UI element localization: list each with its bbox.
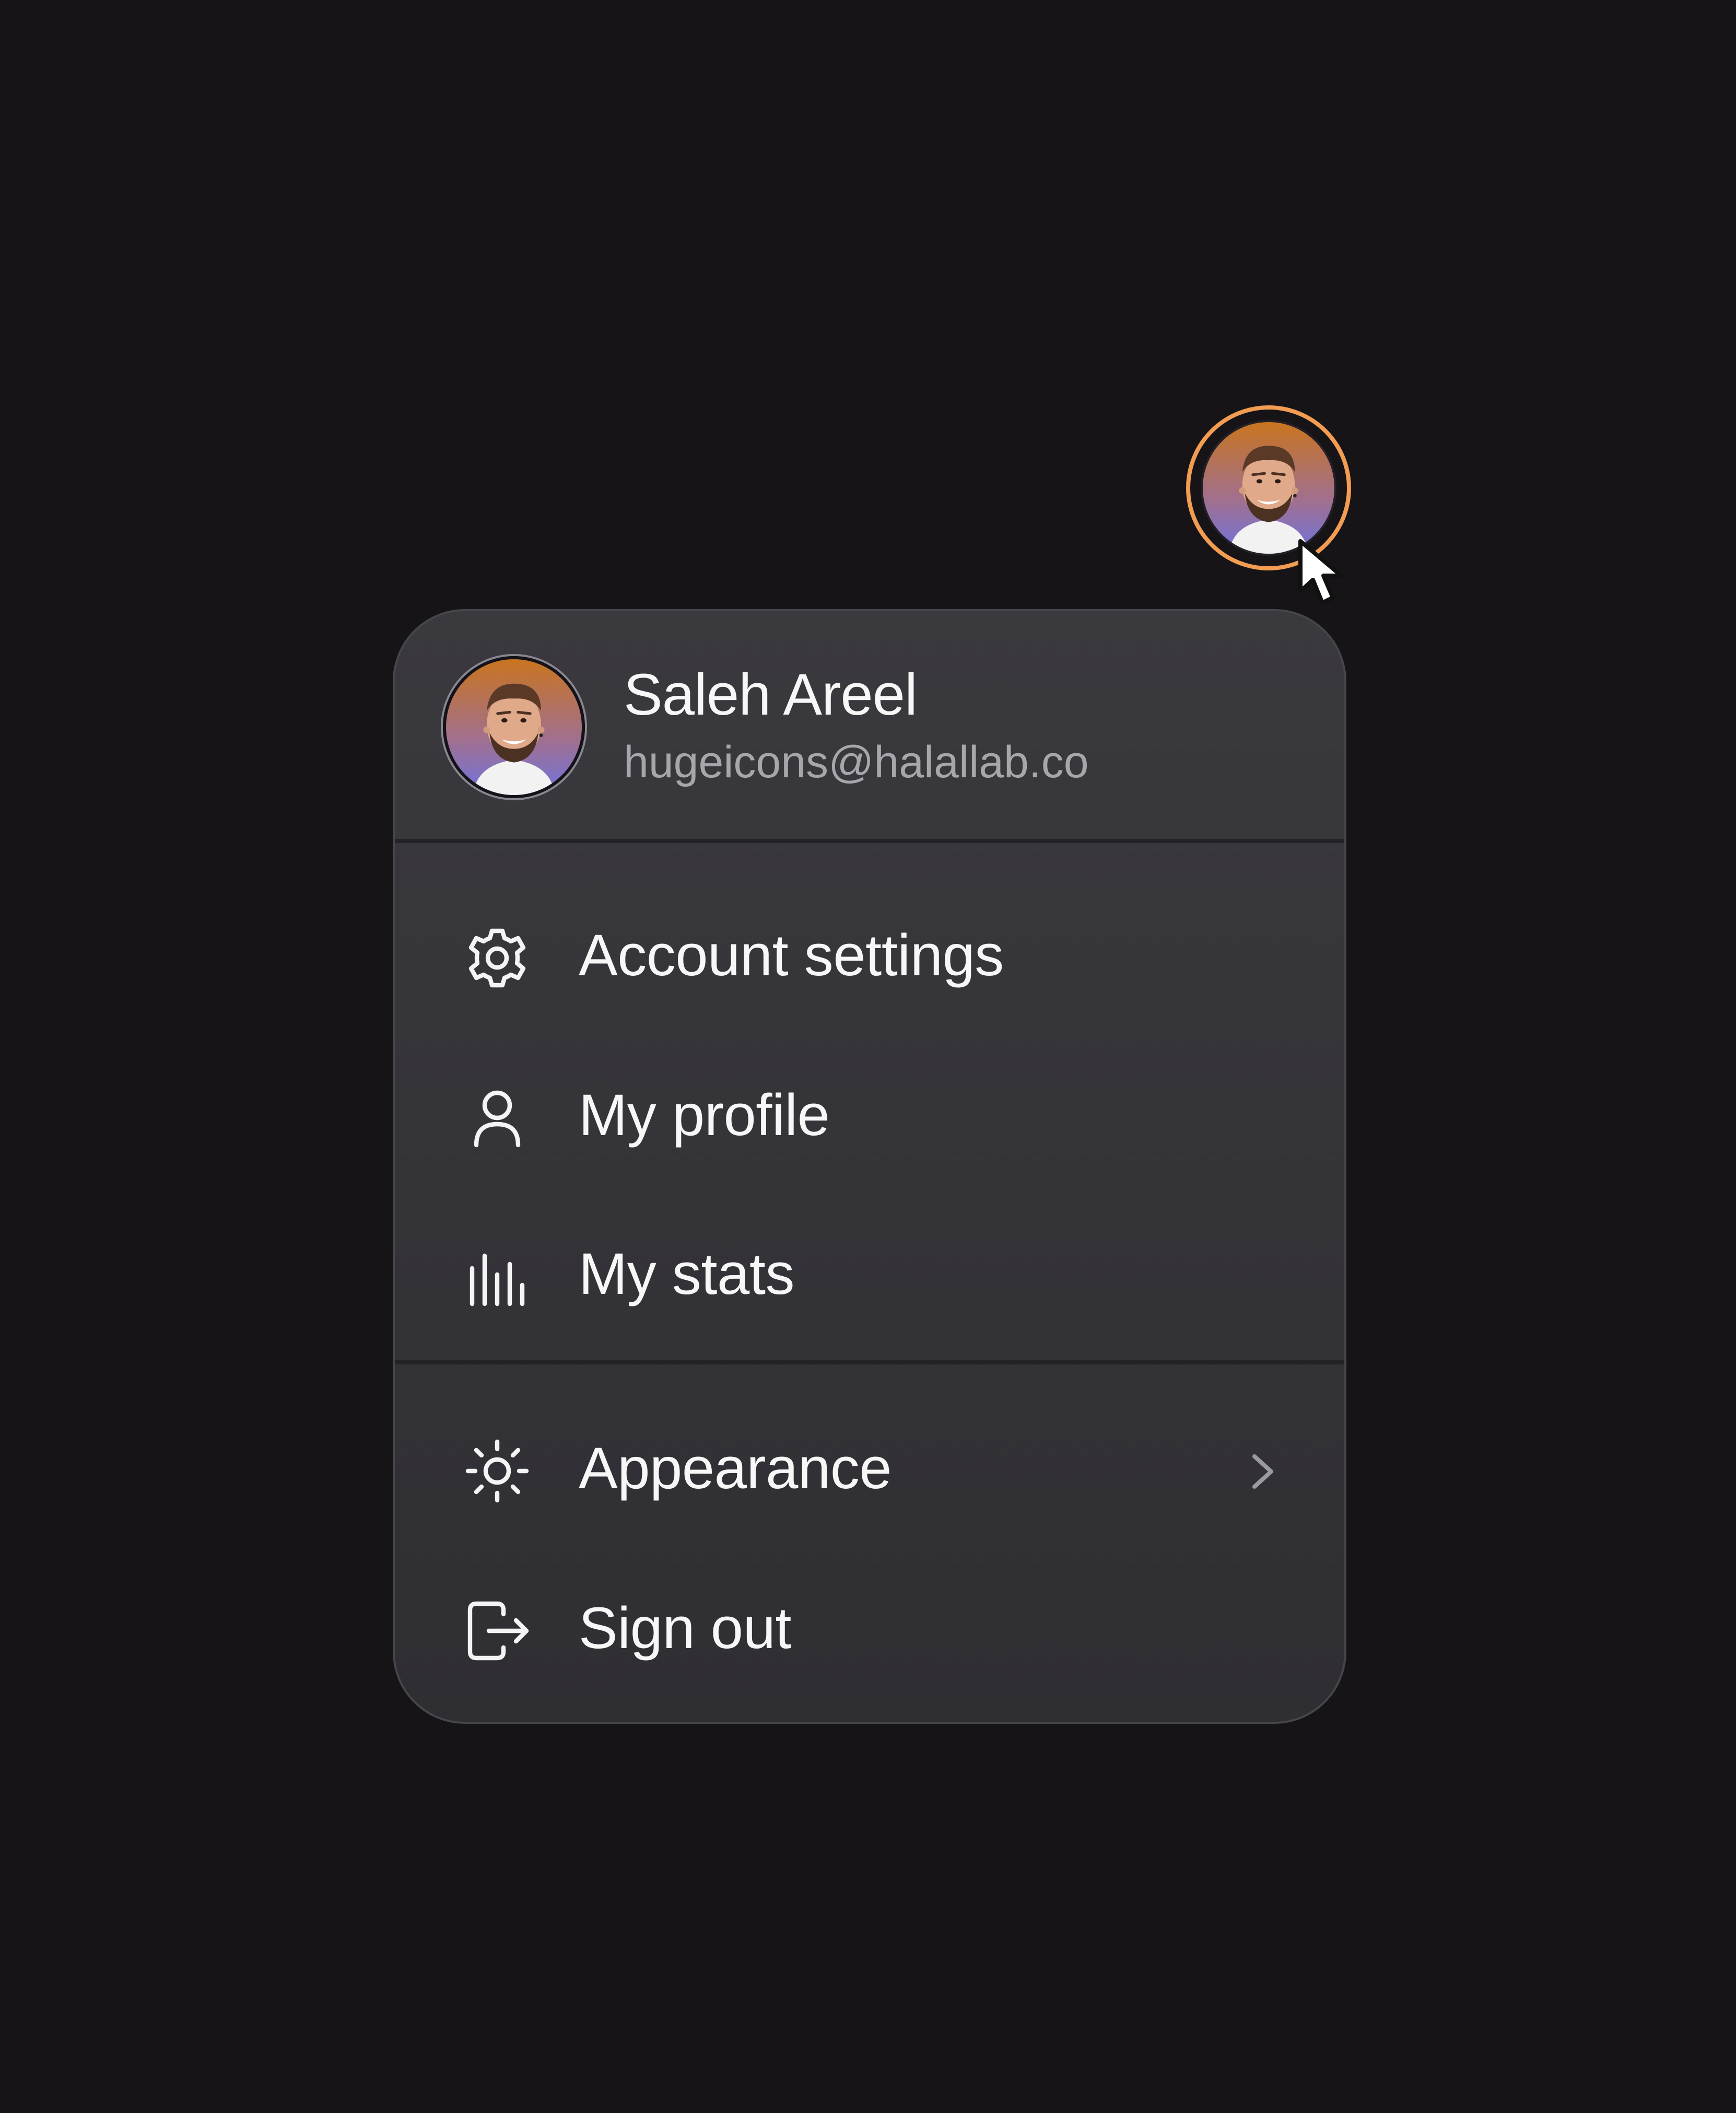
menu-item-label: Appearance [579, 1435, 892, 1501]
account-dropdown-menu: Saleh Areel hugeicons@halallab.co Accoun… [393, 609, 1346, 1724]
user-avatar [443, 656, 585, 798]
logout-icon [464, 1597, 531, 1664]
user-icon [464, 1084, 531, 1151]
menu-divider [395, 839, 1344, 843]
page-canvas: Saleh Areel hugeicons@halallab.co Accoun… [0, 0, 1736, 2113]
menu-item-my-profile[interactable]: My profile [395, 1038, 1344, 1195]
menu-item-label: Sign out [579, 1595, 791, 1661]
sun-icon [464, 1438, 531, 1504]
menu-item-label: Account settings [579, 923, 1004, 988]
menu-item-label: My profile [579, 1082, 830, 1148]
menu-item-label: My stats [579, 1241, 794, 1306]
avatar-photo [446, 659, 582, 795]
menu-item-sign-out[interactable]: Sign out [395, 1551, 1344, 1708]
stats-bars-icon [464, 1243, 531, 1310]
avatar [1201, 420, 1336, 556]
menu-item-appearance[interactable]: Appearance [395, 1392, 1344, 1548]
chevron-right-icon [1252, 1454, 1273, 1489]
menu-item-my-stats[interactable]: My stats [395, 1197, 1344, 1354]
mouse-cursor-icon [1298, 539, 1343, 605]
menu-user-header: Saleh Areel hugeicons@halallab.co [395, 611, 1344, 839]
user-email: hugeicons@halallab.co [624, 737, 1089, 787]
menu-item-account-settings[interactable]: Account settings [395, 879, 1344, 1035]
user-name: Saleh Areel [624, 662, 918, 727]
gear-icon [464, 925, 531, 991]
menu-divider [395, 1360, 1344, 1364]
avatar-photo [1203, 422, 1334, 554]
